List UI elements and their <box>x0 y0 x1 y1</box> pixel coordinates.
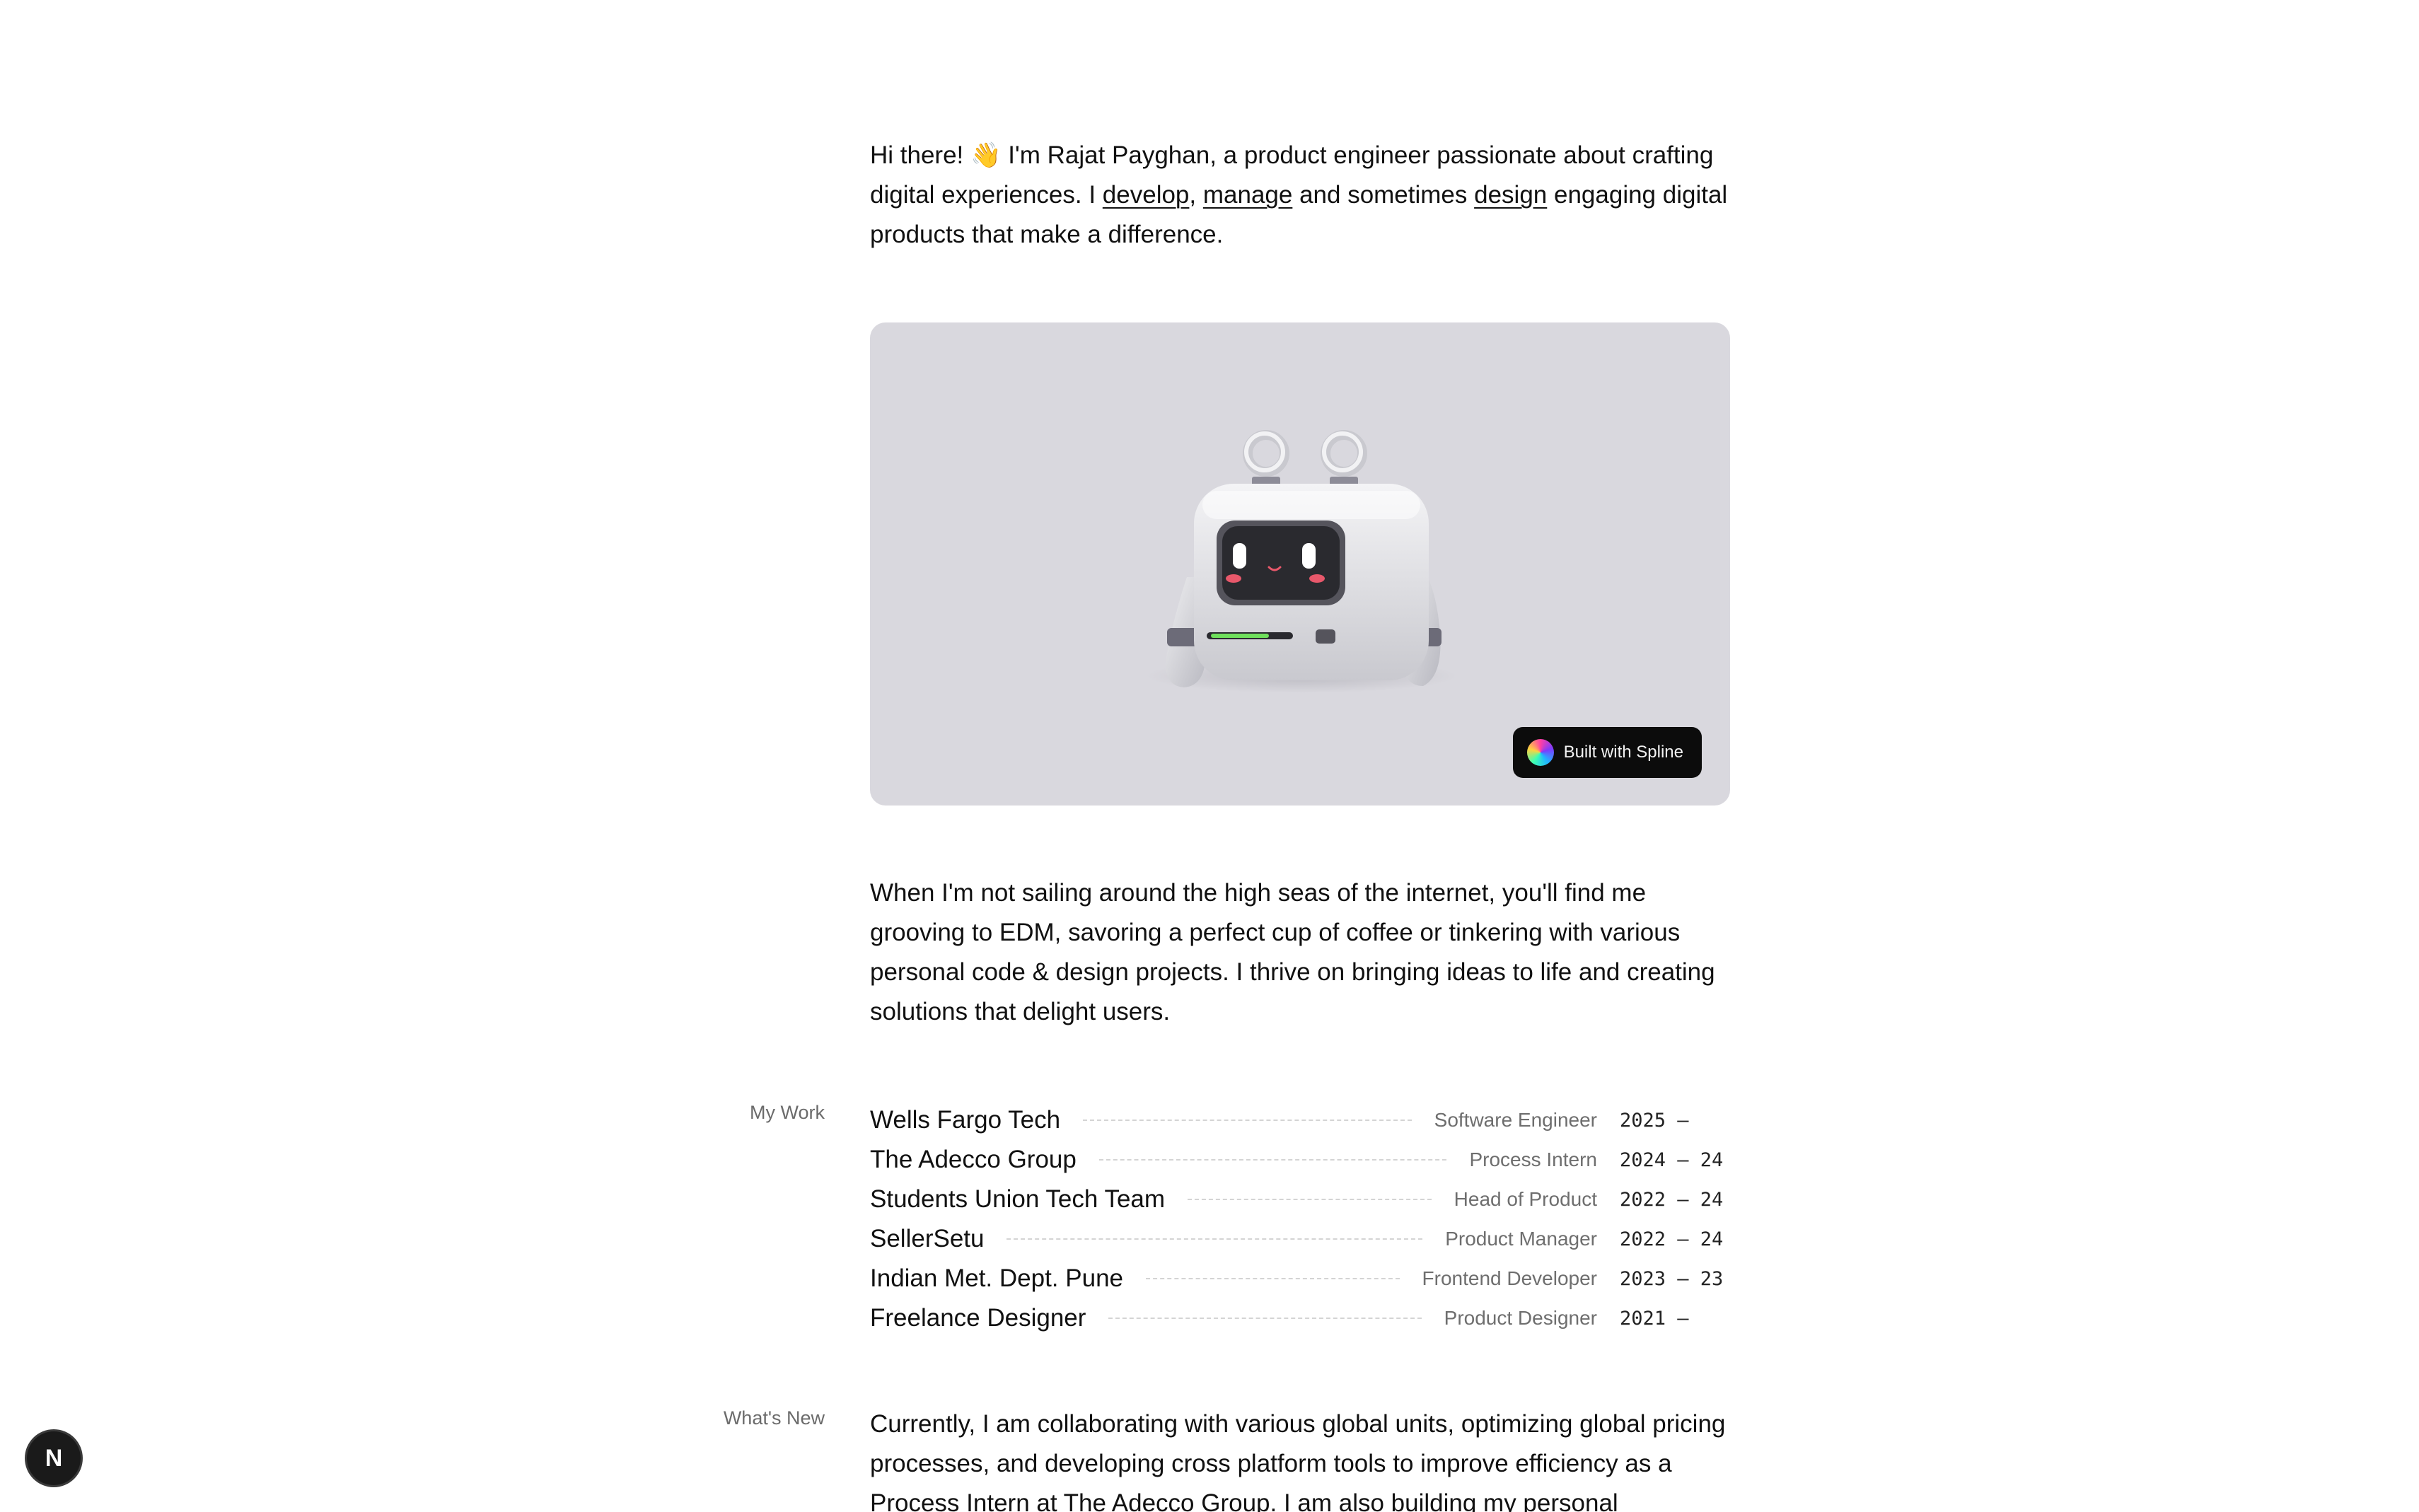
work-role: Process Intern <box>1469 1148 1597 1170</box>
dotted-divider <box>1188 1199 1432 1200</box>
whats-new-label: What's New <box>723 1407 825 1429</box>
work-years: 2024 — 24 <box>1620 1148 1724 1171</box>
work-role: Head of Product <box>1454 1188 1597 1210</box>
work-item[interactable]: SellerSetu Product Manager 2022 — 24 <box>870 1219 1730 1259</box>
intro-paragraph: Hi there! 👋 I'm Rajat Payghan, a product… <box>870 136 1730 255</box>
work-role: Product Manager <box>1445 1228 1597 1250</box>
about-paragraph: When I'm not sailing around the high sea… <box>870 879 1715 1025</box>
work-company: Freelance Designer <box>870 1304 1086 1332</box>
work-company: The Adecco Group <box>870 1146 1077 1173</box>
nextjs-letter: N <box>45 1444 63 1472</box>
work-company: Wells Fargo Tech <box>870 1106 1061 1134</box>
manage-link[interactable]: manage <box>1203 181 1292 209</box>
whats-new-paragraph: Currently, I am collaborating with vario… <box>870 1410 1726 1512</box>
built-with-spline-badge[interactable]: Built with Spline <box>1512 727 1702 778</box>
work-years: 2023 — 23 <box>1620 1267 1724 1290</box>
design-link[interactable]: design <box>1474 181 1547 209</box>
work-role: Frontend Developer <box>1422 1267 1597 1289</box>
dotted-divider <box>1083 1120 1412 1121</box>
intro-separator: , <box>1189 181 1203 209</box>
page: Hi there! 👋 I'm Rajat Payghan, a product… <box>0 0 2419 1512</box>
work-years: 2022 — 24 <box>1620 1228 1724 1250</box>
work-item[interactable]: Wells Fargo Tech Software Engineer 2025 … <box>870 1100 1730 1140</box>
work-list: Wells Fargo Tech Software Engineer 2025 … <box>870 1100 1730 1338</box>
develop-link[interactable]: develop <box>1103 181 1190 209</box>
work-role: Software Engineer <box>1434 1109 1597 1131</box>
work-years: 2022 — 24 <box>1620 1188 1724 1211</box>
spline-logo-icon <box>1526 739 1554 766</box>
dotted-divider <box>1098 1159 1447 1161</box>
work-company: Indian Met. Dept. Pune <box>870 1264 1123 1292</box>
spline-3d-scene[interactable]: Built with Spline <box>870 322 1730 806</box>
dotted-divider <box>1108 1318 1422 1319</box>
work-item[interactable]: The Adecco Group Process Intern 2024 — 2… <box>870 1140 1730 1180</box>
work-item[interactable]: Indian Met. Dept. Pune Frontend Develope… <box>870 1259 1730 1298</box>
work-years: 2025 — <box>1620 1109 1689 1132</box>
spline-badge-label: Built with Spline <box>1563 743 1683 762</box>
work-company: Students Union Tech Team <box>870 1185 1166 1213</box>
work-item[interactable]: Students Union Tech Team Head of Product… <box>870 1180 1730 1219</box>
work-company: SellerSetu <box>870 1225 985 1252</box>
work-years: 2021 — <box>1620 1307 1689 1330</box>
my-work-label: My Work <box>750 1102 825 1123</box>
work-item[interactable]: Freelance Designer Product Designer 2021… <box>870 1298 1730 1338</box>
work-role: Product Designer <box>1444 1307 1597 1329</box>
nextjs-icon[interactable]: N <box>27 1431 81 1485</box>
intro-text-2: and sometimes <box>1292 181 1475 209</box>
dotted-divider <box>1146 1278 1400 1279</box>
dotted-divider <box>1007 1238 1423 1240</box>
